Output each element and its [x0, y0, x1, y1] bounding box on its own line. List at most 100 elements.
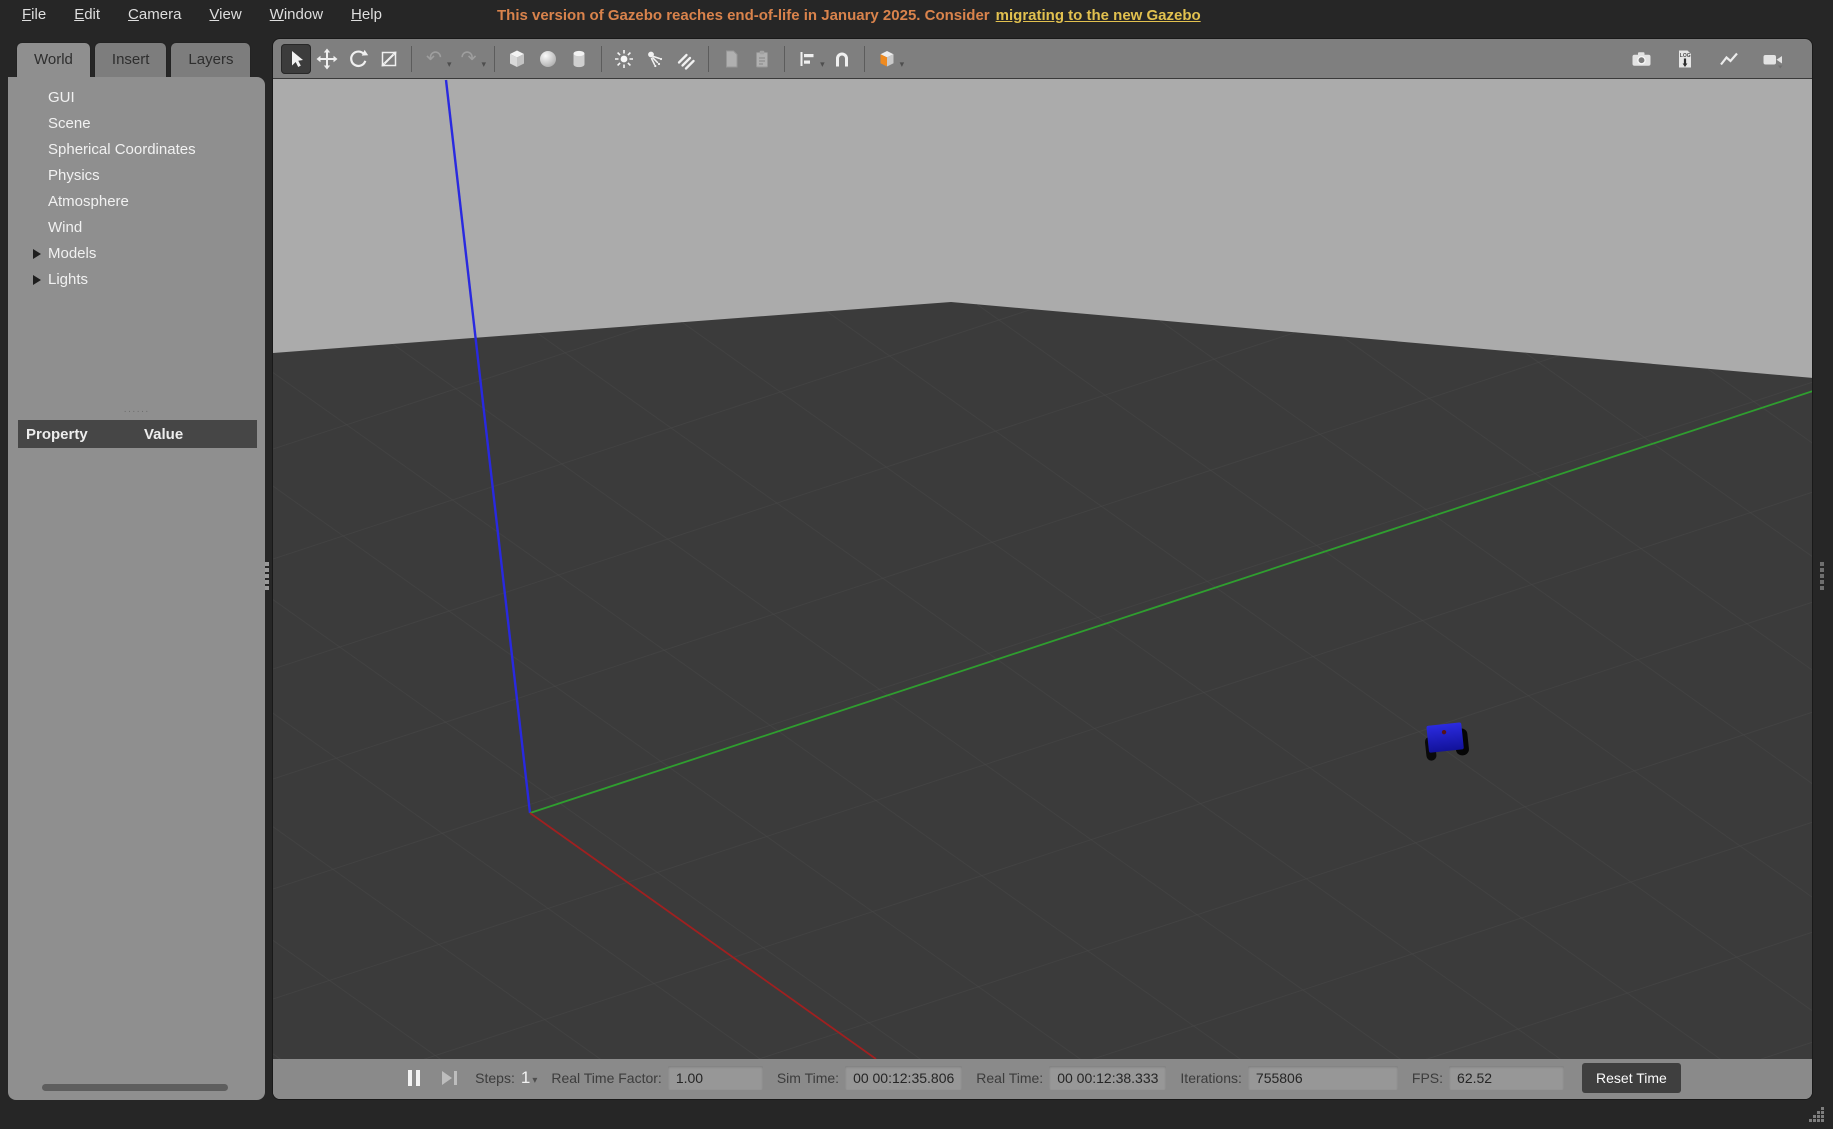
real-time-label: Real Time:	[976, 1070, 1043, 1086]
tree-item-gui[interactable]: GUI	[8, 85, 265, 111]
rotate-icon	[347, 48, 369, 70]
view-options-caret-icon[interactable]	[900, 54, 905, 72]
toolbar-separator	[784, 46, 785, 72]
eol-notice-text: This version of Gazebo reaches end-of-li…	[497, 7, 990, 24]
align-tool-button[interactable]	[792, 44, 822, 74]
rtf-field[interactable]: 1.00	[668, 1066, 763, 1090]
eol-migrate-link[interactable]: migrating to the new Gazebo	[996, 7, 1201, 24]
left-panel: World Insert Layers GUI Scene Spherical …	[8, 42, 265, 1100]
undo-icon: ↶	[426, 49, 442, 68]
menu-item-view[interactable]: View	[195, 0, 255, 30]
rtf-label: Real Time Factor:	[551, 1070, 661, 1086]
plot-button[interactable]	[1714, 44, 1744, 74]
align-options-caret-icon[interactable]	[820, 54, 825, 72]
menu-item-edit[interactable]: Edit	[60, 0, 114, 30]
window-resize-grip-icon[interactable]	[1806, 1104, 1826, 1124]
select-arrow-icon	[285, 48, 307, 70]
menu-item-help[interactable]: Help	[337, 0, 396, 30]
pause-button[interactable]	[404, 1066, 424, 1090]
reset-time-button[interactable]: Reset Time	[1582, 1063, 1681, 1093]
panel-horizontal-scrollbar[interactable]	[42, 1084, 228, 1091]
translate-tool-button[interactable]	[312, 44, 342, 74]
insert-box-button[interactable]	[502, 44, 532, 74]
redo-history-caret-icon[interactable]	[482, 54, 487, 72]
copy-button[interactable]	[716, 44, 746, 74]
tab-world[interactable]: World	[16, 42, 91, 77]
eol-notice: This version of Gazebo reaches end-of-li…	[497, 0, 1201, 30]
expand-arrow-icon[interactable]	[33, 275, 41, 285]
tree-item-models[interactable]: Models	[8, 241, 265, 267]
redo-button[interactable]: ↷	[454, 44, 484, 74]
steps-caret-icon[interactable]	[532, 1070, 537, 1086]
spot-light-button[interactable]	[640, 44, 670, 74]
insert-sphere-button[interactable]	[533, 44, 563, 74]
property-column-header: Property	[18, 426, 144, 443]
undo-button[interactable]: ↶	[419, 44, 449, 74]
directional-light-button[interactable]	[671, 44, 701, 74]
point-light-icon	[613, 48, 635, 70]
snap-magnet-icon	[831, 48, 853, 70]
scale-icon	[378, 48, 400, 70]
tree-item-scene[interactable]: Scene	[8, 111, 265, 137]
rotate-tool-button[interactable]	[343, 44, 373, 74]
tab-layers[interactable]: Layers	[170, 42, 251, 77]
toolbar-separator	[601, 46, 602, 72]
iterations-field: 755806	[1248, 1066, 1398, 1090]
select-tool-button[interactable]	[281, 44, 311, 74]
spot-light-icon	[644, 48, 666, 70]
cylinder-icon	[568, 48, 590, 70]
fps-field: 62.52	[1449, 1066, 1564, 1090]
expand-arrow-icon[interactable]	[33, 249, 41, 259]
toolbar-separator	[864, 46, 865, 72]
step-button[interactable]	[438, 1067, 461, 1089]
menu-item-camera[interactable]: Camera	[114, 0, 195, 30]
tree-item-physics[interactable]: Physics	[8, 163, 265, 189]
box-icon	[506, 48, 528, 70]
point-light-button[interactable]	[609, 44, 639, 74]
paste-icon	[751, 48, 773, 70]
sim-time-label: Sim Time:	[777, 1070, 839, 1086]
tab-insert[interactable]: Insert	[94, 42, 168, 77]
steps-label: Steps:	[475, 1070, 515, 1086]
tree-item-label: Models	[48, 245, 96, 262]
video-camera-icon	[1761, 48, 1785, 70]
real-time-field: 00 00:12:38.333	[1049, 1066, 1166, 1090]
plot-line-icon	[1718, 48, 1740, 70]
tree-item-atmosphere[interactable]: Atmosphere	[8, 189, 265, 215]
world-tree: GUI Scene Spherical Coordinates Physics …	[8, 77, 265, 293]
world-panel-body: GUI Scene Spherical Coordinates Physics …	[8, 77, 265, 1100]
screenshot-button[interactable]	[1626, 44, 1656, 74]
toolbar-separator	[411, 46, 412, 72]
log-record-button[interactable]: LOG	[1670, 44, 1700, 74]
viewport-toolbar: ↶ ↷	[273, 39, 1812, 79]
redo-icon: ↷	[461, 49, 477, 68]
property-table-header: Property Value	[18, 420, 257, 448]
scene-render	[273, 79, 1813, 1059]
tree-item-lights[interactable]: Lights	[8, 267, 265, 293]
svg-text:LOG: LOG	[1680, 52, 1691, 58]
sphere-icon	[537, 48, 559, 70]
tree-item-label: Lights	[48, 271, 88, 288]
paste-button[interactable]	[747, 44, 777, 74]
panel-splitter-handle[interactable]	[265, 562, 271, 590]
scene-canvas[interactable]	[273, 79, 1812, 1057]
menu-item-window[interactable]: Window	[256, 0, 337, 30]
tree-item-wind[interactable]: Wind	[8, 215, 265, 241]
render-viewport: ↶ ↷	[272, 38, 1813, 1100]
video-record-button[interactable]	[1758, 44, 1788, 74]
horizontal-splitter-handle[interactable]: ······	[8, 408, 265, 416]
right-splitter-handle[interactable]	[1820, 562, 1826, 590]
snap-tool-button[interactable]	[827, 44, 857, 74]
change-view-button[interactable]	[872, 44, 902, 74]
log-save-icon: LOG	[1674, 48, 1696, 70]
align-icon	[796, 48, 818, 70]
insert-cylinder-button[interactable]	[564, 44, 594, 74]
undo-history-caret-icon[interactable]	[447, 54, 452, 72]
menu-item-file[interactable]: File	[8, 0, 60, 30]
steps-value[interactable]: 1	[521, 1068, 530, 1088]
scale-tool-button[interactable]	[374, 44, 404, 74]
sim-time-field: 00 00:12:35.806	[845, 1066, 962, 1090]
screenshot-camera-icon	[1630, 48, 1653, 70]
view-cube-icon	[876, 48, 898, 70]
tree-item-spherical-coordinates[interactable]: Spherical Coordinates	[8, 137, 265, 163]
